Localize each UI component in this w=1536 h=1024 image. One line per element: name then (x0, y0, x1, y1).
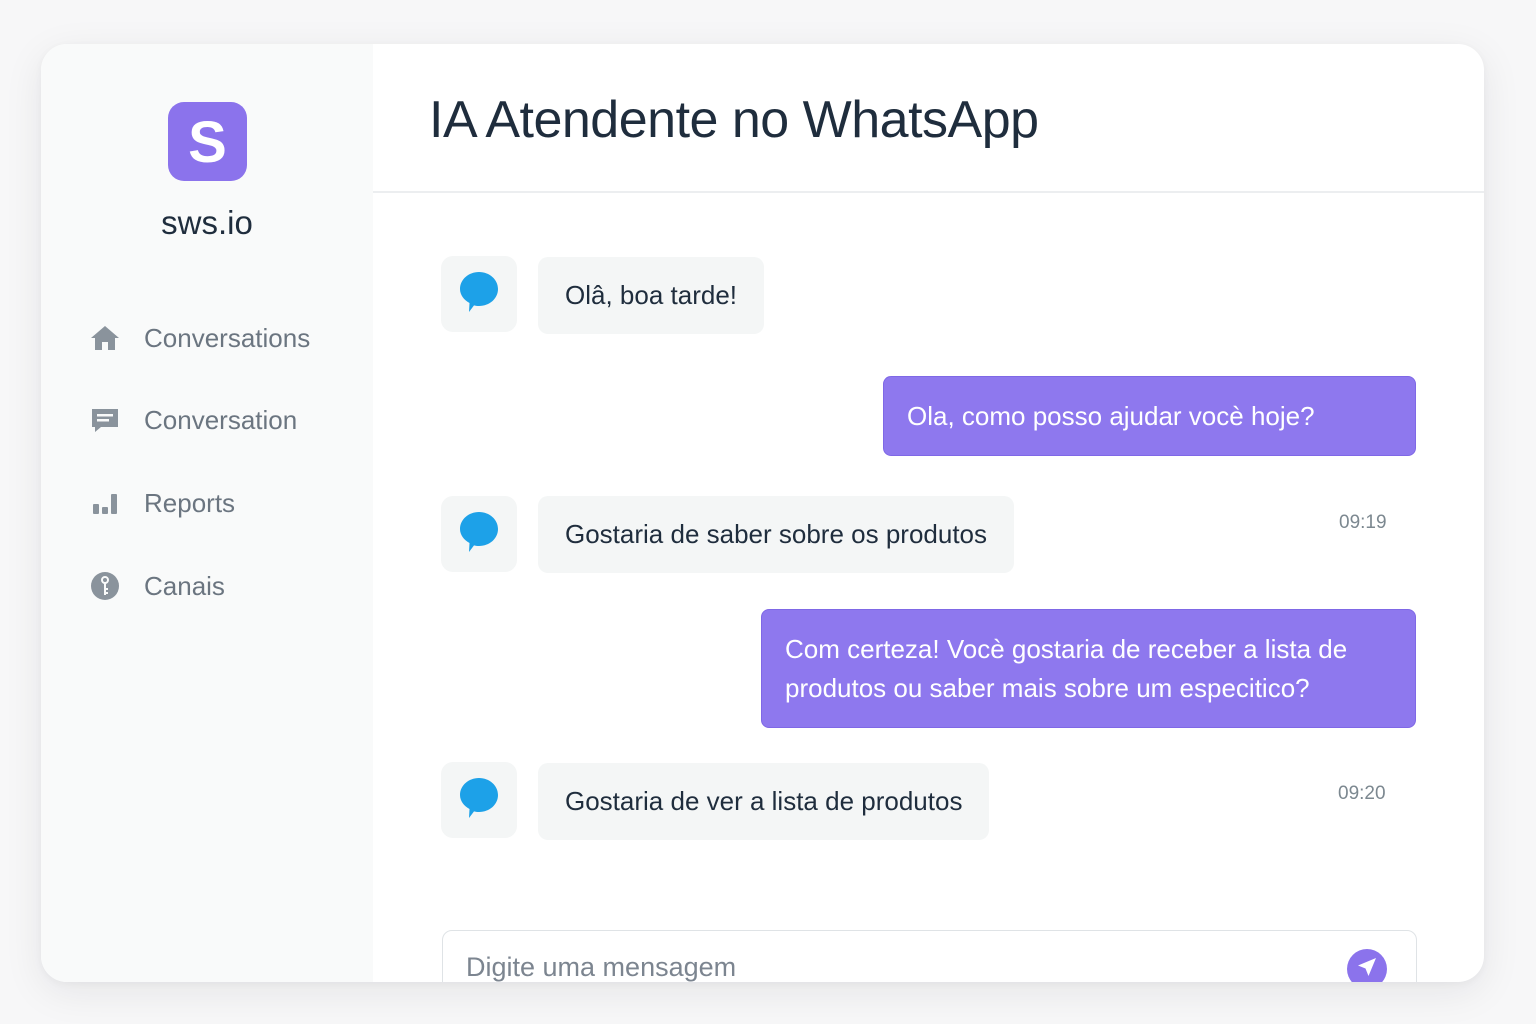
sidebar-item-label: Reports (144, 487, 236, 518)
chat-thread: Olâ, boa tarde! Ola, como posso ajudar v… (373, 195, 1484, 982)
sidebar-item-canais[interactable]: Canais (89, 562, 349, 610)
send-button[interactable] (1347, 949, 1387, 982)
message-text: Ola, como posso ajudar vocè hoje? (907, 400, 1315, 431)
chat-bubble-icon (459, 776, 499, 825)
message-timestamp: 09:19 (1339, 512, 1387, 533)
contact-avatar (441, 256, 517, 332)
message-composer (442, 930, 1417, 982)
message-text: Com certeza! Vocè gostaria de receber a … (785, 630, 1347, 708)
sidebar-item-conversation[interactable]: Conversation (89, 396, 349, 444)
sidebar: S sws.io Conversations Conversation Repo… (41, 44, 373, 982)
outgoing-message-bubble: Com certeza! Vocè gostaria de receber a … (761, 609, 1416, 728)
message-text-line: produtos ou saber mais sobre um especiti… (785, 672, 1310, 703)
contact-avatar (441, 496, 517, 572)
message-text-line: Com certeza! Vocè gostaria de receber a … (785, 633, 1348, 664)
send-icon (1356, 956, 1378, 983)
message-input[interactable] (466, 931, 1326, 982)
message-square-icon (89, 404, 121, 436)
sidebar-item-conversations[interactable]: Conversations (89, 314, 349, 362)
incoming-message-bubble: Gostaria de ver a lista de produtos (538, 763, 990, 840)
bar-chart-icon (89, 487, 121, 519)
page-title: IA Atendente no WhatsApp (429, 91, 1039, 149)
incoming-message-bubble: Olâ, boa tarde! (538, 257, 764, 334)
outgoing-message-bubble: Ola, como posso ajudar vocè hoje? (883, 376, 1416, 456)
home-icon (89, 322, 121, 354)
chat-bubble-icon (459, 510, 499, 559)
chat-bubble-icon (459, 270, 499, 319)
sidebar-item-label: Canais (144, 570, 225, 601)
incoming-message-bubble: Gostaria de saber sobre os produtos (538, 496, 1015, 573)
info-circle-icon (89, 570, 121, 602)
brand-logo-letter: S (188, 109, 227, 175)
chat-header: IA Atendente no WhatsApp (373, 44, 1484, 193)
brand-logo[interactable]: S (168, 102, 247, 181)
sidebar-item-label: Conversation (144, 404, 298, 435)
sidebar-item-reports[interactable]: Reports (89, 479, 349, 527)
brand-name: sws.io (161, 204, 253, 241)
contact-avatar (441, 762, 517, 838)
sidebar-item-label: Conversations (144, 322, 311, 353)
app-window: S sws.io Conversations Conversation Repo… (41, 44, 1484, 982)
message-timestamp: 09:20 (1338, 783, 1386, 804)
